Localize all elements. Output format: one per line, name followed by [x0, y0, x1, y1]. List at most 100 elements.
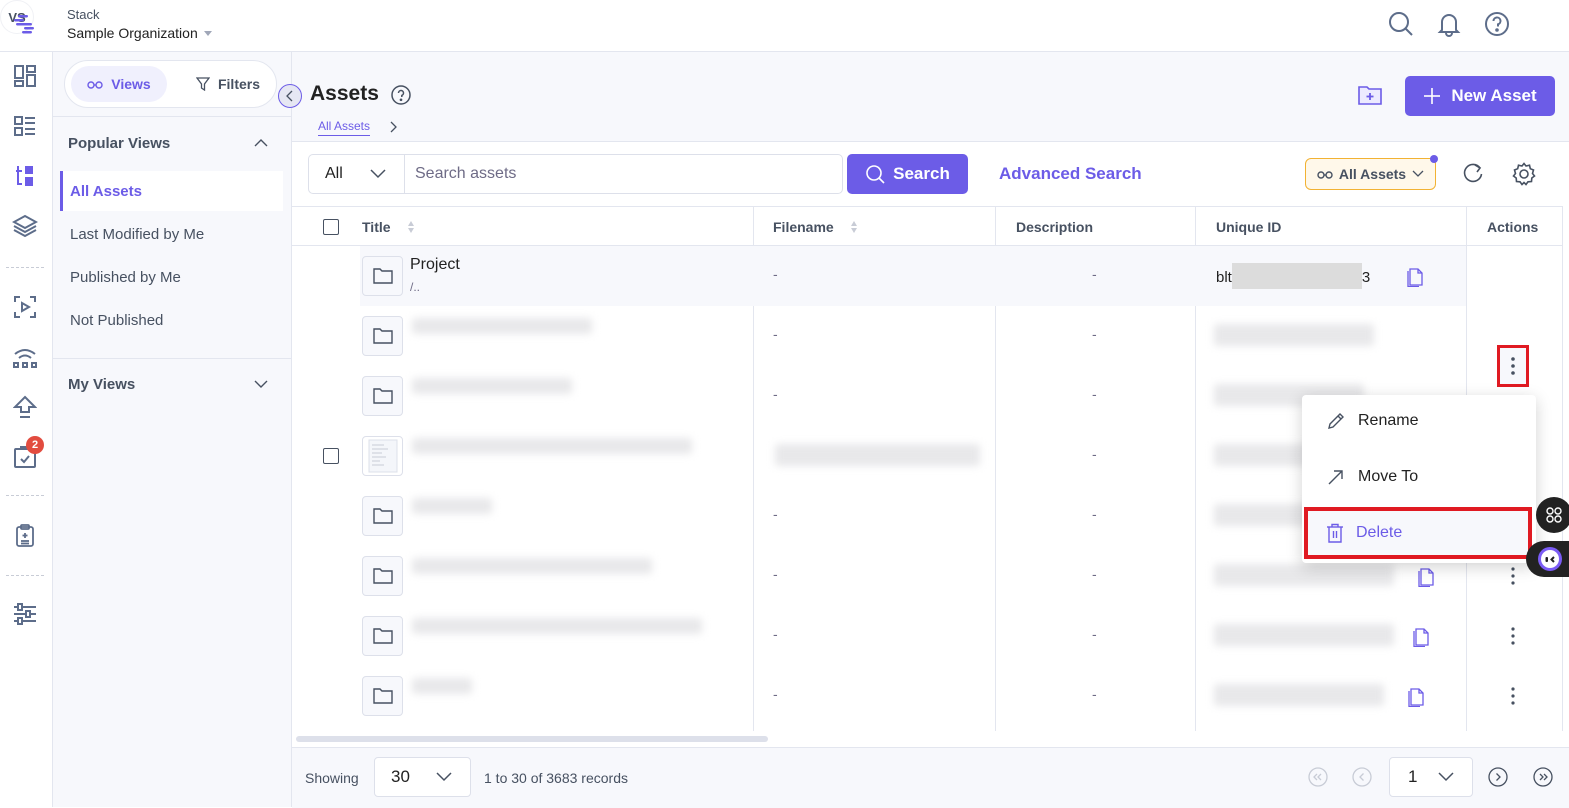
row-description: -: [1092, 626, 1097, 642]
bell-icon[interactable]: [1433, 8, 1465, 40]
row-actions-button[interactable]: [1511, 626, 1515, 646]
network-icon[interactable]: [11, 343, 39, 371]
previous-page-icon[interactable]: [1352, 767, 1372, 787]
search-button-label: Search: [893, 164, 950, 183]
row-description: -: [1092, 386, 1097, 402]
help-icon[interactable]: [1481, 8, 1513, 40]
folder-thumbnail[interactable]: [362, 496, 403, 536]
row-actions-button-active[interactable]: [1497, 345, 1529, 387]
popular-views-title: Popular Views: [68, 135, 171, 152]
kebab-menu-icon: [1511, 357, 1515, 375]
folder-thumbnail[interactable]: [362, 316, 403, 356]
assets-icon[interactable]: [11, 162, 39, 190]
view-item-all-assets[interactable]: All Assets: [60, 171, 283, 211]
current-view-chip[interactable]: All Assets: [1305, 158, 1436, 190]
folder-thumbnail[interactable]: [362, 556, 403, 596]
breadcrumb-all-assets[interactable]: All Assets: [318, 119, 371, 136]
help-icon[interactable]: [391, 85, 411, 105]
row-title-redacted[interactable]: [412, 438, 692, 454]
row-title-redacted[interactable]: [412, 558, 652, 574]
asset-type-select[interactable]: All: [308, 154, 404, 194]
first-page-icon[interactable]: [1308, 767, 1328, 787]
next-page-icon[interactable]: [1488, 767, 1508, 787]
org-switcher[interactable]: Sample Organization: [67, 25, 212, 41]
table-row[interactable]: --: [292, 606, 1515, 666]
row-unique-id-redacted: [1214, 324, 1374, 346]
row-filename: -: [773, 326, 778, 342]
chevron-down-icon[interactable]: [253, 376, 269, 392]
row-actions-button[interactable]: [1511, 566, 1515, 586]
folder-thumbnail[interactable]: [362, 256, 403, 296]
stack-layers-icon[interactable]: [11, 212, 39, 240]
collapse-panel-button[interactable]: [278, 84, 302, 108]
table-row[interactable]: --: [292, 366, 1466, 426]
row-title-redacted[interactable]: [412, 618, 702, 634]
row-title-redacted[interactable]: [412, 318, 592, 334]
table-row[interactable]: Project /.. - - blt 3: [360, 246, 1466, 306]
menu-item-rename[interactable]: Rename: [1302, 395, 1536, 447]
page-size-select[interactable]: 30: [374, 757, 471, 797]
copy-icon[interactable]: [1412, 625, 1430, 647]
new-folder-button[interactable]: [1358, 85, 1384, 107]
rail-divider: [6, 575, 44, 576]
view-item-not-published[interactable]: Not Published: [60, 300, 283, 340]
column-header-description: Description: [1016, 218, 1094, 235]
page-title: Assets: [310, 82, 379, 105]
row-checkbox[interactable]: [323, 448, 339, 464]
row-title[interactable]: Project: [410, 256, 460, 274]
rail-divider: [6, 267, 44, 268]
copy-icon[interactable]: [1406, 265, 1424, 287]
folder-thumbnail[interactable]: [362, 616, 403, 656]
file-thumbnail[interactable]: [362, 436, 403, 476]
menu-item-delete[interactable]: Delete: [1304, 507, 1532, 559]
row-title-redacted[interactable]: [412, 498, 492, 514]
apps-launcher-button[interactable]: [1536, 497, 1569, 533]
search-icon[interactable]: [1385, 8, 1417, 40]
column-header-filename[interactable]: Filename: [773, 207, 858, 246]
search-input[interactable]: [404, 154, 843, 194]
view-item-last-modified[interactable]: Last Modified by Me: [60, 214, 283, 254]
tab-views[interactable]: Views: [71, 66, 167, 102]
table-row[interactable]: --: [292, 546, 1515, 606]
deploy-icon[interactable]: [11, 393, 39, 421]
table-row[interactable]: --: [292, 486, 1515, 546]
settings-sliders-icon[interactable]: [11, 600, 39, 628]
releases-icon[interactable]: [11, 522, 39, 550]
copy-icon[interactable]: [1417, 565, 1435, 587]
table-row[interactable]: --: [292, 306, 1466, 366]
view-item-published[interactable]: Published by Me: [60, 257, 283, 297]
search-button[interactable]: Search: [847, 154, 968, 194]
row-title-redacted[interactable]: [412, 378, 572, 394]
gear-icon[interactable]: [1512, 162, 1536, 186]
row-actions-button[interactable]: [1511, 686, 1515, 706]
new-asset-button[interactable]: New Asset: [1405, 76, 1555, 116]
top-bar: Stack Sample Organization VS: [0, 0, 1569, 52]
refresh-icon[interactable]: [1462, 162, 1484, 184]
folder-thumbnail[interactable]: [362, 376, 403, 416]
tab-filters[interactable]: Filters: [185, 66, 271, 102]
last-page-icon[interactable]: [1533, 767, 1553, 787]
folder-thumbnail[interactable]: [362, 676, 403, 716]
column-filename-label: Filename: [773, 218, 834, 235]
contentstack-logo-icon[interactable]: [12, 12, 40, 36]
column-header-unique-id: Unique ID: [1216, 218, 1282, 235]
dashboard-icon[interactable]: [11, 62, 39, 90]
row-title-redacted[interactable]: [412, 678, 472, 694]
menu-item-label: Move To: [1358, 468, 1419, 485]
preview-icon[interactable]: [11, 293, 39, 321]
page-number-select[interactable]: 1: [1389, 757, 1473, 797]
horizontal-scrollbar-thumb[interactable]: [296, 736, 768, 742]
table-row[interactable]: -: [292, 426, 1466, 486]
vertical-scrollbar[interactable]: [1562, 206, 1569, 731]
chevron-down-icon: [1438, 772, 1454, 782]
column-header-title[interactable]: Title: [362, 207, 415, 246]
copy-icon[interactable]: [1407, 685, 1425, 707]
column-header-actions: Actions: [1487, 218, 1539, 235]
chevron-up-icon[interactable]: [253, 135, 269, 151]
assistant-bot-button[interactable]: [1526, 541, 1569, 577]
advanced-search-link[interactable]: Advanced Search: [999, 164, 1142, 184]
table-row[interactable]: --: [292, 666, 1515, 726]
select-all-checkbox[interactable]: [323, 207, 339, 246]
menu-item-move-to[interactable]: Move To: [1302, 451, 1536, 503]
entries-icon[interactable]: [11, 112, 39, 140]
